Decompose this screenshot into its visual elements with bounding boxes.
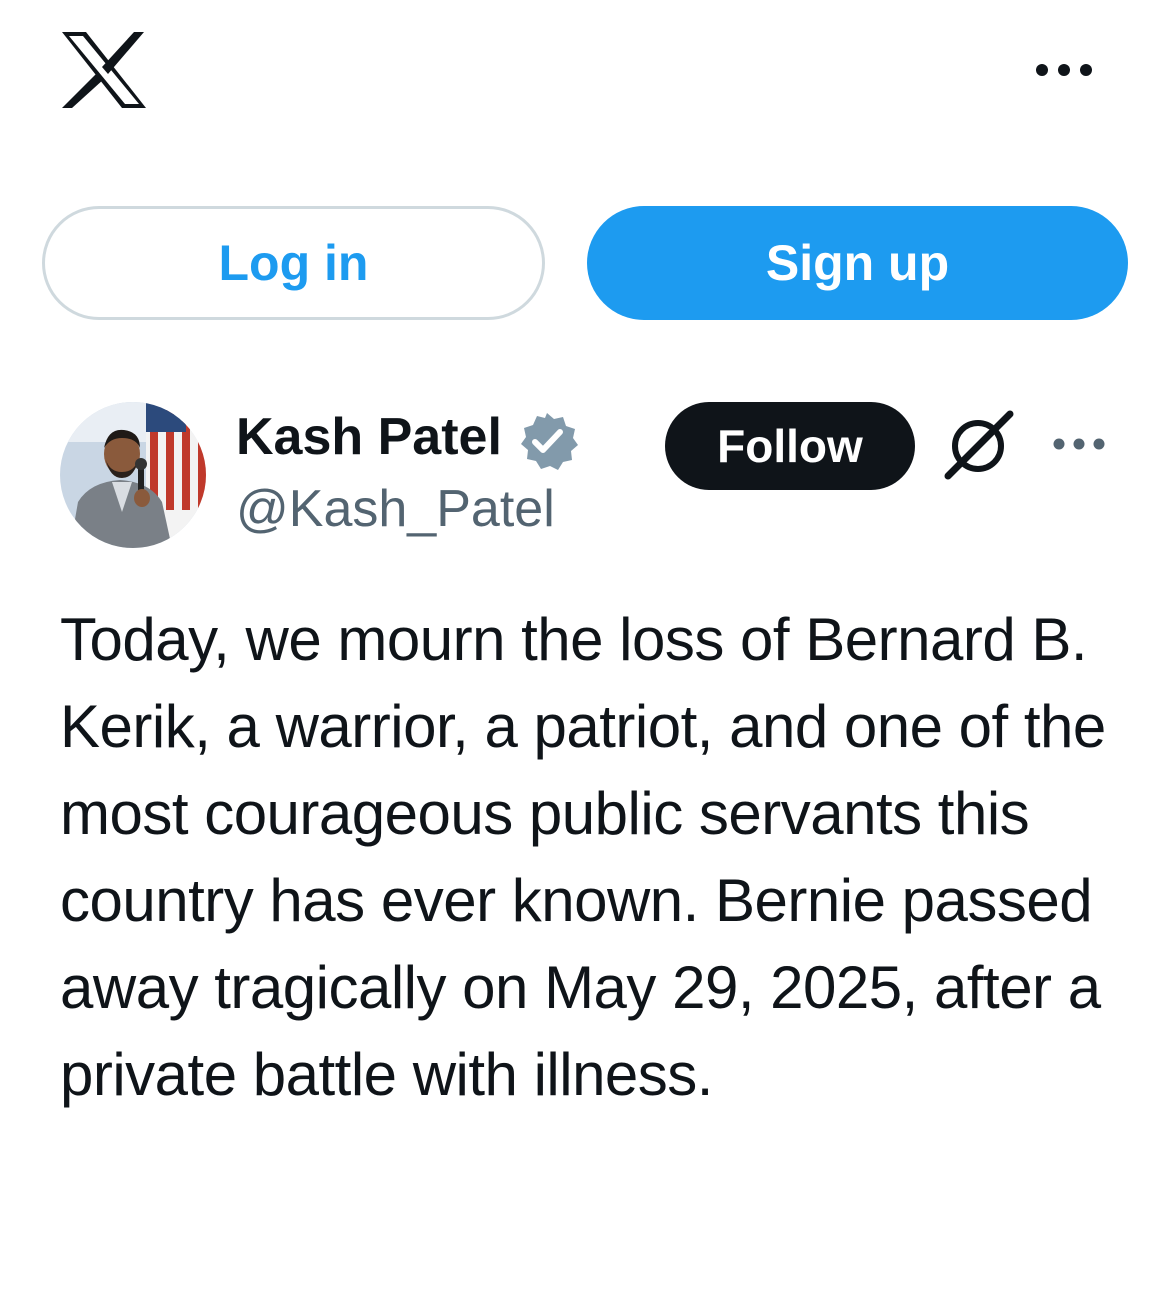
avatar[interactable] bbox=[60, 402, 206, 548]
follow-button[interactable]: Follow bbox=[665, 402, 915, 490]
author-handle[interactable]: @Kash_Patel bbox=[236, 478, 555, 540]
top-bar bbox=[0, 0, 1170, 140]
grok-icon[interactable] bbox=[944, 410, 1014, 480]
signup-button[interactable]: Sign up bbox=[587, 206, 1128, 320]
post-text: Today, we mourn the loss of Bernard B. K… bbox=[60, 606, 1106, 1108]
profile-photo bbox=[60, 402, 206, 548]
verified-badge-icon bbox=[521, 413, 578, 470]
more-horizontal-icon[interactable] bbox=[1032, 58, 1096, 82]
login-button[interactable]: Log in bbox=[42, 206, 545, 320]
author-name[interactable]: Kash Patel bbox=[236, 406, 502, 468]
x-logo-icon[interactable] bbox=[60, 30, 148, 110]
more-horizontal-icon[interactable] bbox=[1050, 432, 1108, 456]
